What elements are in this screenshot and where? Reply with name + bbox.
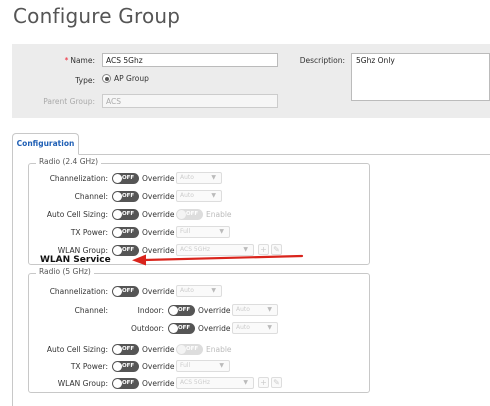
- parent-group-label: Parent Group:: [43, 97, 95, 106]
- override-label: Override: [142, 228, 175, 237]
- caret-down-icon: ▼: [267, 324, 272, 331]
- override-label: Override: [142, 210, 175, 219]
- tab-divider: [79, 154, 490, 155]
- auto-cell-sizing-5-label: Auto Cell Sizing:: [46, 345, 108, 354]
- auto-cell-sizing-24-enable-toggle[interactable]: OFF: [176, 209, 203, 220]
- caret-down-icon: ▼: [211, 192, 216, 199]
- indoor-label: Indoor:: [137, 306, 164, 315]
- wlan-group-24-label: WLAN Group:: [57, 246, 108, 255]
- annotation-label: WLAN Service: [40, 255, 111, 265]
- description-label: Description:: [299, 56, 345, 65]
- override-label: Override: [142, 192, 175, 201]
- enable-label: Enable: [206, 345, 232, 354]
- channelization-5-toggle[interactable]: OFF: [112, 286, 139, 297]
- name-input[interactable]: ACS 5Ghz: [102, 53, 278, 67]
- wlan-group-5-select[interactable]: ACS 5GHz ▼: [176, 377, 254, 389]
- plus-icon[interactable]: +: [258, 377, 269, 388]
- type-radio-ap-group[interactable]: AP Group: [102, 74, 149, 83]
- override-label: Override: [142, 287, 175, 296]
- override-label: Override: [142, 174, 175, 183]
- radio-selected-icon[interactable]: [102, 74, 111, 83]
- type-label: Type:: [75, 76, 95, 85]
- caret-down-icon: ▼: [243, 379, 248, 386]
- override-label: Override: [142, 379, 175, 388]
- channelization-24-toggle[interactable]: OFF: [112, 173, 139, 184]
- auto-cell-sizing-5-toggle[interactable]: OFF: [112, 344, 139, 355]
- channel-24-toggle[interactable]: OFF: [112, 191, 139, 202]
- channel-24-label: Channel:: [74, 192, 108, 201]
- parent-group-input[interactable]: ACS: [102, 94, 278, 108]
- auto-cell-sizing-24-toggle[interactable]: OFF: [112, 209, 139, 220]
- override-label: Override: [198, 306, 231, 315]
- override-label: Override: [142, 345, 175, 354]
- tx-power-5-select[interactable]: Full ▼: [176, 360, 230, 372]
- channel-5-label: Channel:: [74, 306, 108, 315]
- caret-down-icon: ▼: [219, 362, 224, 369]
- override-label: Override: [198, 324, 231, 333]
- tab-configuration[interactable]: Configuration: [12, 133, 79, 155]
- tx-power-5-toggle[interactable]: OFF: [112, 361, 139, 372]
- auto-cell-sizing-24-label: Auto Cell Sizing:: [46, 210, 108, 219]
- page-title: Configure Group: [13, 4, 181, 28]
- radio-5ghz-legend: Radio (5 GHz): [36, 267, 94, 276]
- name-label: * Name:: [64, 56, 95, 65]
- wlan-group-5-toggle[interactable]: OFF: [112, 378, 139, 389]
- channel-outdoor-toggle[interactable]: OFF: [168, 323, 195, 334]
- channel-indoor-select[interactable]: Auto ▼: [232, 304, 278, 316]
- channelization-24-select[interactable]: Auto ▼: [176, 172, 222, 184]
- enable-label: Enable: [206, 210, 232, 219]
- annotation-arrow: [132, 254, 304, 266]
- pencil-icon[interactable]: ✎: [271, 377, 282, 388]
- caret-down-icon: ▼: [219, 228, 224, 235]
- outdoor-label: Outdoor:: [130, 324, 164, 333]
- caret-down-icon: ▼: [267, 306, 272, 313]
- tx-power-24-select[interactable]: Full ▼: [176, 226, 230, 238]
- tx-power-24-toggle[interactable]: OFF: [112, 227, 139, 238]
- caret-down-icon: ▼: [211, 287, 216, 294]
- auto-cell-sizing-5-enable-toggle[interactable]: OFF: [176, 344, 203, 355]
- channelization-24-label: Channelization:: [49, 174, 108, 183]
- channel-24-select[interactable]: Auto ▼: [176, 190, 222, 202]
- description-textarea[interactable]: 5Ghz Only: [351, 53, 490, 101]
- override-label: Override: [142, 362, 175, 371]
- tx-power-5-label: TX Power:: [70, 362, 108, 371]
- caret-down-icon: ▼: [211, 174, 216, 181]
- radio-24ghz-legend: Radio (2.4 GHz): [36, 157, 102, 166]
- channel-indoor-toggle[interactable]: OFF: [168, 305, 195, 316]
- tx-power-24-label: TX Power:: [70, 228, 108, 237]
- channelization-5-select[interactable]: Auto ▼: [176, 285, 222, 297]
- tab-panel-border: [12, 154, 13, 406]
- channel-outdoor-select[interactable]: Auto ▼: [232, 322, 278, 334]
- channelization-5-label: Channelization:: [49, 287, 108, 296]
- wlan-group-5-label: WLAN Group:: [57, 379, 108, 388]
